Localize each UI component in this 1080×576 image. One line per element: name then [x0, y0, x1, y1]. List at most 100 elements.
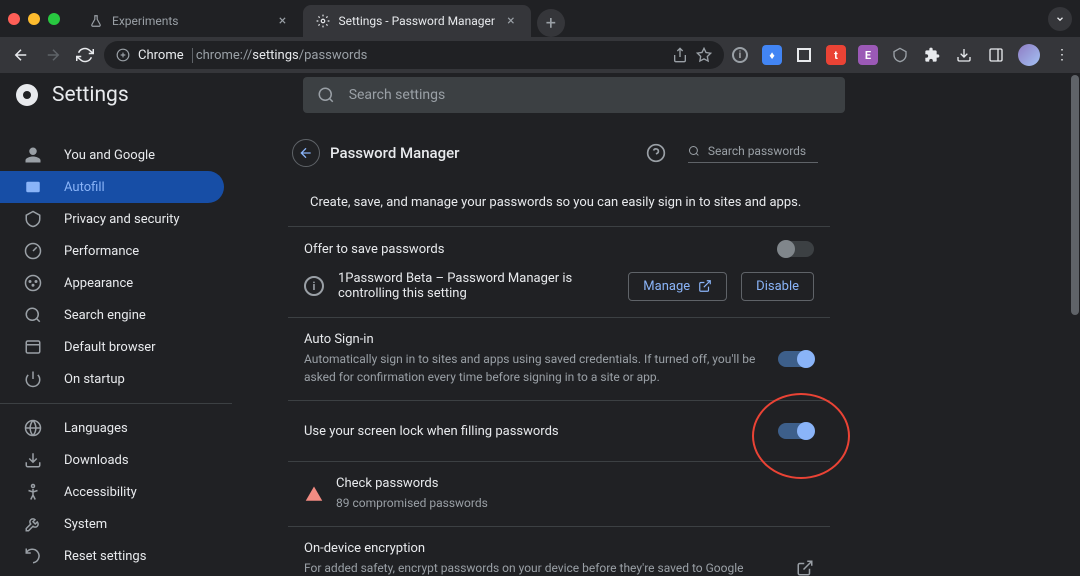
sidebar-label: Accessibility	[64, 485, 137, 500]
screen-lock-toggle[interactable]	[778, 423, 814, 439]
globe-icon	[24, 419, 42, 437]
tab-label: Experiments	[112, 14, 179, 28]
sidebar-label: Appearance	[64, 276, 133, 291]
close-tab-icon[interactable]: ×	[503, 13, 519, 29]
maximize-window-button[interactable]	[48, 13, 60, 25]
close-tab-icon[interactable]: ×	[275, 13, 291, 29]
share-icon[interactable]	[672, 47, 688, 63]
page-title: Password Manager	[330, 144, 636, 162]
tab-settings-password-manager[interactable]: Settings - Password Manager ×	[303, 5, 531, 37]
sidebar-label: Performance	[64, 244, 139, 259]
offer-to-save-label: Offer to save passwords	[304, 242, 766, 257]
browser-menu-icon[interactable]: ⋮	[1052, 45, 1072, 65]
extension-icon-5[interactable]: E	[858, 45, 878, 65]
sidebar-item-appearance[interactable]: Appearance	[0, 267, 224, 299]
url-text: Chrome chrome://settings/passwords	[138, 48, 367, 63]
close-window-button[interactable]	[8, 13, 20, 25]
check-passwords-desc: 89 compromised passwords	[336, 494, 814, 512]
search-passwords-input[interactable]	[708, 144, 818, 158]
encryption-row[interactable]: On-device encryption For added safety, e…	[288, 527, 830, 576]
extension-icon-6[interactable]	[890, 45, 910, 65]
sidebar-label: Autofill	[64, 180, 105, 195]
controller-notice-row: i 1Password Beta – Password Manager is c…	[288, 265, 830, 318]
check-passwords-title: Check passwords	[336, 476, 814, 491]
disable-button[interactable]: Disable	[741, 272, 814, 301]
flask-icon	[88, 13, 104, 29]
sidebar-label: Downloads	[64, 453, 129, 468]
minimize-window-button[interactable]	[28, 13, 40, 25]
chrome-logo-icon	[16, 84, 38, 106]
side-panel-icon[interactable]	[986, 45, 1006, 65]
search-icon	[317, 86, 335, 104]
auto-signin-row: Auto Sign-in Automatically sign in to si…	[288, 318, 830, 401]
downloads-icon[interactable]	[954, 45, 974, 65]
intro-text: Create, save, and manage your passwords …	[288, 179, 830, 227]
profile-avatar[interactable]	[1018, 44, 1040, 66]
power-icon	[24, 370, 42, 388]
encryption-desc: For added safety, encrypt passwords on y…	[304, 559, 784, 576]
address-bar[interactable]: Chrome chrome://settings/passwords	[104, 41, 724, 69]
help-icon[interactable]	[646, 143, 666, 163]
sidebar-item-search-engine[interactable]: Search engine	[0, 299, 224, 331]
new-tab-button[interactable]: +	[537, 9, 565, 37]
sidebar-item-you-and-google[interactable]: You and Google	[0, 139, 224, 171]
gear-icon	[315, 13, 331, 29]
external-link-icon	[796, 559, 814, 576]
back-to-autofill-button[interactable]	[292, 139, 320, 167]
encryption-title: On-device encryption	[304, 541, 784, 556]
sidebar-label: Search engine	[64, 308, 146, 323]
auto-signin-toggle[interactable]	[778, 351, 814, 367]
page-header: Password Manager	[288, 127, 830, 179]
sidebar-label: Reset settings	[64, 549, 146, 564]
search-settings-input[interactable]	[349, 87, 831, 103]
site-info-icon[interactable]	[116, 48, 130, 62]
extension-icon-1[interactable]: i	[730, 45, 750, 65]
sidebar-label: You and Google	[64, 148, 155, 163]
browser-icon	[24, 338, 42, 356]
reload-button[interactable]	[72, 41, 98, 69]
sidebar-item-on-startup[interactable]: On startup	[0, 363, 224, 395]
tab-label: Settings - Password Manager	[339, 14, 495, 28]
wrench-icon	[24, 515, 42, 533]
offer-to-save-toggle[interactable]	[778, 241, 814, 257]
sidebar-label: Languages	[64, 421, 128, 436]
tab-experiments[interactable]: Experiments ×	[76, 5, 303, 37]
extension-icon-3[interactable]	[794, 45, 814, 65]
sidebar-item-languages[interactable]: Languages	[0, 412, 224, 444]
autofill-icon	[24, 178, 42, 196]
sidebar-item-downloads[interactable]: Downloads	[0, 444, 224, 476]
extensions-menu-icon[interactable]	[922, 45, 942, 65]
search-passwords-box[interactable]	[688, 144, 818, 163]
reset-icon	[24, 547, 42, 565]
sidebar-item-autofill[interactable]: Autofill	[0, 171, 224, 203]
forward-button[interactable]	[40, 41, 66, 69]
main-content: Password Manager Create, save, and manag…	[256, 73, 1080, 576]
bookmark-star-icon[interactable]	[696, 47, 712, 63]
info-icon: i	[304, 276, 324, 296]
sidebar-label: On startup	[64, 372, 125, 387]
external-link-icon	[698, 279, 712, 293]
check-passwords-row[interactable]: Check passwords 89 compromised passwords	[288, 462, 830, 527]
sidebar-item-system[interactable]: System	[0, 508, 224, 540]
search-settings-box[interactable]	[303, 77, 845, 113]
tabs-dropdown-button[interactable]	[1048, 7, 1072, 31]
sidebar-item-reset[interactable]: Reset settings	[0, 540, 224, 572]
controller-text: 1Password Beta – Password Manager is con…	[338, 271, 614, 301]
shield-icon	[24, 210, 42, 228]
back-button[interactable]	[8, 41, 34, 69]
sidebar-item-default-browser[interactable]: Default browser	[0, 331, 224, 363]
sidebar-item-accessibility[interactable]: Accessibility	[0, 476, 224, 508]
tab-strip: Experiments × Settings - Password Manage…	[76, 0, 565, 37]
scrollbar-thumb[interactable]	[1071, 75, 1079, 315]
sidebar-item-performance[interactable]: Performance	[0, 235, 224, 267]
settings-sidebar: You and Google Autofill Privacy and secu…	[0, 73, 256, 576]
screen-lock-row: Use your screen lock when filling passwo…	[288, 401, 830, 462]
sidebar-label: System	[64, 517, 107, 532]
warning-icon	[304, 485, 324, 503]
auto-signin-title: Auto Sign-in	[304, 332, 766, 347]
extension-icon-4[interactable]: t	[826, 45, 846, 65]
extension-icon-2[interactable]: ♦	[762, 45, 782, 65]
sidebar-item-privacy[interactable]: Privacy and security	[0, 203, 224, 235]
manage-button[interactable]: Manage	[628, 272, 727, 301]
window-controls	[8, 13, 60, 25]
